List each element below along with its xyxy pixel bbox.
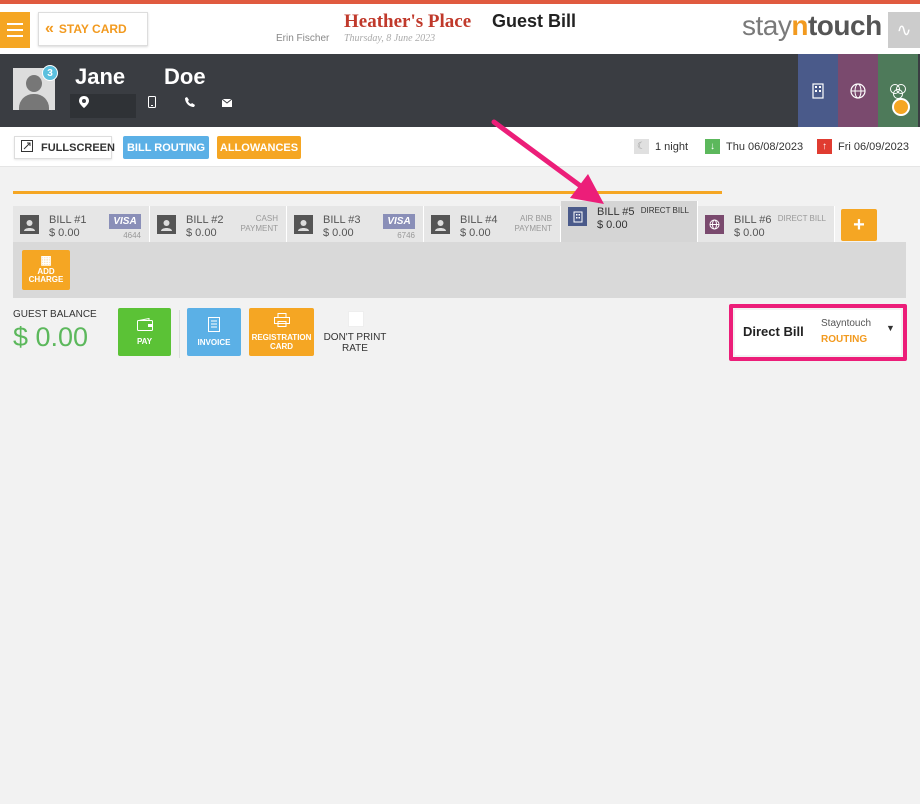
- bill-routing-button[interactable]: BILL ROUTING: [123, 136, 209, 159]
- caret-down-icon[interactable]: ▼: [886, 323, 895, 333]
- guest-last-name: Doe: [164, 64, 206, 89]
- bill-tab-3[interactable]: BILL #3 $ 0.00 VISA 6746: [287, 206, 424, 242]
- guest-first-name: Jane: [75, 64, 126, 89]
- building-icon: [568, 207, 587, 226]
- bill-tab-4[interactable]: BILL #4 $ 0.00 AIR BNB PAYMENT: [424, 206, 561, 242]
- guest-icon: [20, 215, 39, 234]
- stay-card-button[interactable]: « STAY CARD: [38, 12, 148, 46]
- invoice-label: INVOICE: [197, 338, 231, 347]
- payment-type: AIR BNB PAYMENT: [514, 214, 552, 233]
- guest-bar: 3 Jane Doe: [0, 54, 920, 127]
- add-charge-label: ADD CHARGE: [28, 267, 64, 284]
- search-icon[interactable]: [892, 98, 910, 116]
- side-tabs: [798, 54, 918, 127]
- allowances-button[interactable]: ALLOWANCES: [217, 136, 301, 159]
- rings-icon[interactable]: [878, 54, 918, 127]
- visa-card-icon: VISA: [383, 214, 415, 229]
- user-name: Erin Fischer: [276, 33, 330, 44]
- bill-amount: $ 0.00: [734, 227, 765, 239]
- avatar-badge: 3: [42, 65, 58, 81]
- direct-bill-company: Stayntouch: [821, 318, 872, 329]
- fullscreen-button[interactable]: FULLSCREEN: [14, 136, 115, 159]
- activity-pulse-icon[interactable]: ∿: [888, 12, 920, 48]
- bill-tab-6[interactable]: BILL #6 $ 0.00 DIRECT BILL: [698, 206, 835, 242]
- departure-info: ↑ Fri 06/09/2023: [817, 139, 909, 154]
- invoice-icon: [208, 317, 220, 334]
- menu-button[interactable]: [0, 12, 30, 48]
- arrival-arrow-icon: ↓: [705, 139, 720, 154]
- nights-info: ☾ 1 night: [634, 139, 688, 154]
- page-title: Guest Bill: [492, 11, 577, 31]
- bill-amount: $ 0.00: [186, 227, 217, 239]
- bill-panel: ▦ ADD CHARGE: [13, 242, 906, 298]
- guest-balance-value: $ 0.00: [13, 322, 89, 352]
- add-charge-button[interactable]: ▦ ADD CHARGE: [22, 250, 70, 290]
- guest-icon: [294, 215, 313, 234]
- brand-logo: stayntouch: [742, 10, 882, 41]
- arrival-date: Thu 06/08/2023: [726, 140, 804, 153]
- payment-type: DIRECT BILL: [640, 206, 689, 215]
- bill-amount: $ 0.00: [597, 219, 628, 231]
- add-bill-button[interactable]: +: [841, 209, 877, 241]
- invoice-button[interactable]: INVOICE: [187, 308, 241, 356]
- globe-icon[interactable]: [838, 54, 878, 127]
- toolbar: FULLSCREEN BILL ROUTING ALLOWANCES ☾ 1 n…: [0, 127, 920, 167]
- hotel-name: Heather's Place: [344, 11, 472, 32]
- pay-label: PAY: [136, 337, 153, 346]
- arrival-info: ↓ Thu 06/08/2023: [705, 139, 803, 154]
- stay-card-label: STAY CARD: [58, 22, 127, 36]
- departure-arrow-icon: ↑: [817, 139, 832, 154]
- visa-card-icon: VISA: [109, 214, 141, 229]
- payment-type: CASH PAYMENT: [240, 214, 278, 233]
- printer-icon: [273, 313, 290, 329]
- direct-bill-name: Direct Bill: [743, 324, 804, 339]
- card-last4: 6746: [397, 231, 415, 240]
- fullscreen-label: FULLSCREEN: [41, 141, 115, 154]
- header: « STAY CARD Heather's Place Guest Bill E…: [0, 4, 920, 54]
- bill-tab-5[interactable]: BILL #5 $ 0.00 DIRECT BILL: [561, 201, 698, 242]
- dont-print-rate-label: DON'T PRINT RATE: [323, 332, 387, 354]
- direct-bill-selector[interactable]: Direct Bill Stayntouch ROUTING ▼: [735, 310, 901, 355]
- bill-amount: $ 0.00: [49, 227, 80, 239]
- guest-balance-label: GUEST BALANCE: [13, 309, 97, 320]
- direct-bill-routing: ROUTING: [821, 334, 868, 345]
- bill-tab-1[interactable]: BILL #1 $ 0.00 VISA 4644: [13, 206, 150, 242]
- email-icon[interactable]: [221, 96, 233, 110]
- globe-icon: [705, 215, 724, 234]
- bill-amount: $ 0.00: [323, 227, 354, 239]
- dont-print-rate-checkbox[interactable]: [348, 311, 364, 327]
- bill-tabs: BILL #1 $ 0.00 VISA 4644 BILL #2 $ 0.00 …: [13, 201, 906, 242]
- bill-tab-2[interactable]: BILL #2 $ 0.00 CASH PAYMENT: [150, 206, 287, 242]
- location-pin-icon: [79, 96, 89, 111]
- nights-count: 1 night: [655, 140, 689, 153]
- payment-type: DIRECT BILL: [777, 214, 826, 223]
- double-chevron-left-icon: «: [45, 20, 54, 37]
- pay-button[interactable]: PAY: [118, 308, 171, 356]
- calculator-icon: ▦: [40, 253, 52, 267]
- bill-amount: $ 0.00: [460, 227, 491, 239]
- guest-icon: [157, 215, 176, 234]
- moon-icon: ☾: [634, 139, 649, 154]
- divider: [179, 310, 180, 358]
- card-last4: 4644: [123, 231, 141, 240]
- registration-card-button[interactable]: REGISTRATION CARD: [249, 308, 314, 356]
- business-date: Thursday, 8 June 2023: [344, 33, 436, 44]
- progress-line: [13, 191, 722, 194]
- wallet-icon: [136, 317, 153, 333]
- phone-icon[interactable]: [185, 96, 195, 110]
- registration-card-label: REGISTRATION CARD: [251, 333, 312, 351]
- expand-icon: [21, 140, 33, 155]
- building-icon[interactable]: [798, 54, 838, 127]
- bill-name: BILL #3: [323, 214, 361, 226]
- guest-icon: [431, 215, 450, 234]
- bill-name: BILL #1: [49, 214, 87, 226]
- mobile-phone-icon[interactable]: [148, 96, 156, 111]
- departure-date: Fri 06/09/2023: [838, 140, 909, 153]
